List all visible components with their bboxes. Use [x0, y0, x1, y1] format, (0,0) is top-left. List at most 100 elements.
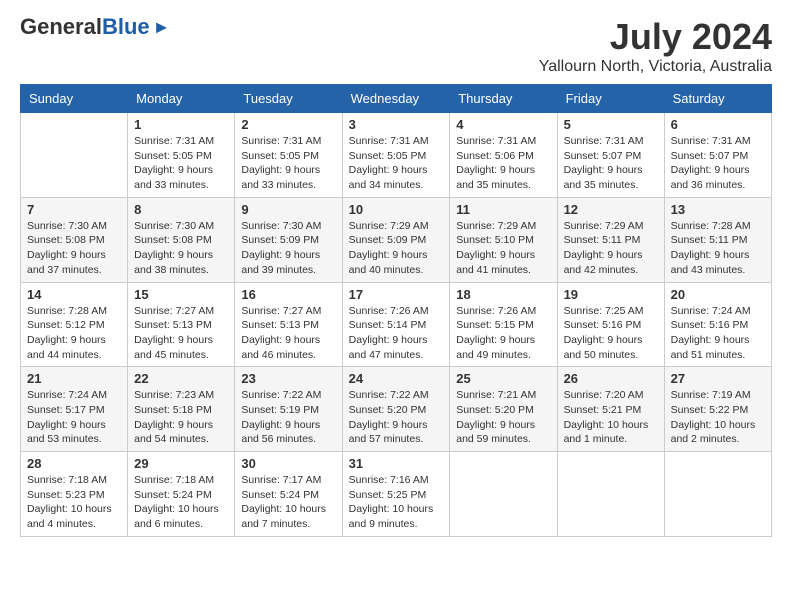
day-number: 17	[349, 287, 444, 302]
day-info: Sunrise: 7:19 AMSunset: 5:22 PMDaylight:…	[671, 388, 765, 447]
calendar-cell: 23 Sunrise: 7:22 AMSunset: 5:19 PMDayligh…	[235, 367, 342, 452]
days-of-week-row: SundayMondayTuesdayWednesdayThursdayFrid…	[21, 85, 772, 113]
calendar-cell	[664, 452, 771, 537]
day-info: Sunrise: 7:31 AMSunset: 5:05 PMDaylight:…	[134, 134, 228, 193]
day-info: Sunrise: 7:22 AMSunset: 5:19 PMDaylight:…	[241, 388, 335, 447]
calendar-cell: 30 Sunrise: 7:17 AMSunset: 5:24 PMDayligh…	[235, 452, 342, 537]
calendar-week-row: 14Sunrise: 7:28 AMSunset: 5:12 PMDayligh…	[21, 282, 772, 367]
day-number: 23	[241, 371, 335, 386]
calendar-cell: 25 Sunrise: 7:21 AMSunset: 5:20 PMDayligh…	[450, 367, 557, 452]
calendar-cell: 5 Sunrise: 7:31 AMSunset: 5:07 PMDaylight…	[557, 113, 664, 198]
month-year-title: July 2024	[539, 16, 772, 58]
day-info: Sunrise: 7:28 AMSunset: 5:11 PMDaylight:…	[671, 219, 765, 278]
day-number: 22	[134, 371, 228, 386]
day-number: 3	[349, 117, 444, 132]
calendar-cell	[557, 452, 664, 537]
weekday-header: Thursday	[450, 85, 557, 113]
calendar-cell	[21, 113, 128, 198]
calendar-cell: 17 Sunrise: 7:26 AMSunset: 5:14 PMDayligh…	[342, 282, 450, 367]
day-info: Sunrise: 7:21 AMSunset: 5:20 PMDaylight:…	[456, 388, 550, 447]
day-info: Sunrise: 7:22 AMSunset: 5:20 PMDaylight:…	[349, 388, 444, 447]
day-number: 8	[134, 202, 228, 217]
location-subtitle: Yallourn North, Victoria, Australia	[539, 58, 772, 76]
calendar-cell: 7 Sunrise: 7:30 AMSunset: 5:08 PMDaylight…	[21, 197, 128, 282]
calendar-cell: 9 Sunrise: 7:30 AMSunset: 5:09 PMDaylight…	[235, 197, 342, 282]
calendar-cell: 26 Sunrise: 7:20 AMSunset: 5:21 PMDayligh…	[557, 367, 664, 452]
weekday-header: Wednesday	[342, 85, 450, 113]
calendar-cell: 24 Sunrise: 7:22 AMSunset: 5:20 PMDayligh…	[342, 367, 450, 452]
day-number: 2	[241, 117, 335, 132]
day-info: Sunrise: 7:17 AMSunset: 5:24 PMDaylight:…	[241, 473, 335, 532]
day-info: Sunrise: 7:31 AMSunset: 5:05 PMDaylight:…	[241, 134, 335, 193]
calendar-cell: 2 Sunrise: 7:31 AMSunset: 5:05 PMDaylight…	[235, 113, 342, 198]
day-number: 9	[241, 202, 335, 217]
page-header: GeneralBlue ► July 2024 Yallourn North, …	[20, 16, 772, 76]
calendar-cell: 19Sunrise: 7:25 AMSunset: 5:16 PMDayligh…	[557, 282, 664, 367]
day-number: 4	[456, 117, 550, 132]
day-number: 13	[671, 202, 765, 217]
day-info: Sunrise: 7:31 AMSunset: 5:07 PMDaylight:…	[564, 134, 658, 193]
calendar-cell: 13 Sunrise: 7:28 AMSunset: 5:11 PMDayligh…	[664, 197, 771, 282]
day-info: Sunrise: 7:27 AMSunset: 5:13 PMDaylight:…	[241, 304, 335, 363]
logo: GeneralBlue ►	[20, 16, 170, 38]
day-info: Sunrise: 7:24 AMSunset: 5:16 PMDaylight:…	[671, 304, 765, 363]
day-number: 26	[564, 371, 658, 386]
day-info: Sunrise: 7:29 AMSunset: 5:11 PMDaylight:…	[564, 219, 658, 278]
calendar-cell: 6Sunrise: 7:31 AMSunset: 5:07 PMDaylight…	[664, 113, 771, 198]
day-number: 24	[349, 371, 444, 386]
day-number: 5	[564, 117, 658, 132]
calendar-cell: 15 Sunrise: 7:27 AMSunset: 5:13 PMDayligh…	[128, 282, 235, 367]
day-number: 29	[134, 456, 228, 471]
weekday-header: Saturday	[664, 85, 771, 113]
calendar-week-row: 21 Sunrise: 7:24 AMSunset: 5:17 PMDayligh…	[21, 367, 772, 452]
calendar-cell: 28 Sunrise: 7:18 AMSunset: 5:23 PMDayligh…	[21, 452, 128, 537]
calendar-cell: 27Sunrise: 7:19 AMSunset: 5:22 PMDayligh…	[664, 367, 771, 452]
day-info: Sunrise: 7:30 AMSunset: 5:08 PMDaylight:…	[134, 219, 228, 278]
day-number: 15	[134, 287, 228, 302]
calendar-cell: 31Sunrise: 7:16 AMSunset: 5:25 PMDayligh…	[342, 452, 450, 537]
day-info: Sunrise: 7:29 AMSunset: 5:09 PMDaylight:…	[349, 219, 444, 278]
day-info: Sunrise: 7:31 AMSunset: 5:06 PMDaylight:…	[456, 134, 550, 193]
day-info: Sunrise: 7:26 AMSunset: 5:15 PMDaylight:…	[456, 304, 550, 363]
day-info: Sunrise: 7:24 AMSunset: 5:17 PMDaylight:…	[27, 388, 121, 447]
day-number: 19	[564, 287, 658, 302]
calendar-table: SundayMondayTuesdayWednesdayThursdayFrid…	[20, 84, 772, 537]
day-info: Sunrise: 7:18 AMSunset: 5:24 PMDaylight:…	[134, 473, 228, 532]
day-number: 12	[564, 202, 658, 217]
calendar-cell: 29 Sunrise: 7:18 AMSunset: 5:24 PMDayligh…	[128, 452, 235, 537]
day-number: 18	[456, 287, 550, 302]
day-info: Sunrise: 7:20 AMSunset: 5:21 PMDaylight:…	[564, 388, 658, 447]
day-number: 6	[671, 117, 765, 132]
day-info: Sunrise: 7:29 AMSunset: 5:10 PMDaylight:…	[456, 219, 550, 278]
day-number: 7	[27, 202, 121, 217]
day-info: Sunrise: 7:30 AMSunset: 5:09 PMDaylight:…	[241, 219, 335, 278]
day-number: 16	[241, 287, 335, 302]
calendar-cell: 16 Sunrise: 7:27 AMSunset: 5:13 PMDayligh…	[235, 282, 342, 367]
calendar-week-row: 7 Sunrise: 7:30 AMSunset: 5:08 PMDaylight…	[21, 197, 772, 282]
calendar-week-row: 28 Sunrise: 7:18 AMSunset: 5:23 PMDayligh…	[21, 452, 772, 537]
day-info: Sunrise: 7:31 AMSunset: 5:05 PMDaylight:…	[349, 134, 444, 193]
day-info: Sunrise: 7:27 AMSunset: 5:13 PMDaylight:…	[134, 304, 228, 363]
weekday-header: Sunday	[21, 85, 128, 113]
day-info: Sunrise: 7:18 AMSunset: 5:23 PMDaylight:…	[27, 473, 121, 532]
day-number: 21	[27, 371, 121, 386]
day-number: 31	[349, 456, 444, 471]
calendar-cell: 10 Sunrise: 7:29 AMSunset: 5:09 PMDayligh…	[342, 197, 450, 282]
calendar-cell: 4 Sunrise: 7:31 AMSunset: 5:06 PMDaylight…	[450, 113, 557, 198]
calendar-cell: 12 Sunrise: 7:29 AMSunset: 5:11 PMDayligh…	[557, 197, 664, 282]
weekday-header: Monday	[128, 85, 235, 113]
day-number: 14	[27, 287, 121, 302]
day-info: Sunrise: 7:26 AMSunset: 5:14 PMDaylight:…	[349, 304, 444, 363]
day-info: Sunrise: 7:23 AMSunset: 5:18 PMDaylight:…	[134, 388, 228, 447]
day-number: 30	[241, 456, 335, 471]
calendar-week-row: 1Sunrise: 7:31 AMSunset: 5:05 PMDaylight…	[21, 113, 772, 198]
calendar-cell: 20Sunrise: 7:24 AMSunset: 5:16 PMDayligh…	[664, 282, 771, 367]
day-info: Sunrise: 7:30 AMSunset: 5:08 PMDaylight:…	[27, 219, 121, 278]
weekday-header: Tuesday	[235, 85, 342, 113]
day-number: 10	[349, 202, 444, 217]
calendar-cell: 8 Sunrise: 7:30 AMSunset: 5:08 PMDaylight…	[128, 197, 235, 282]
calendar-cell	[450, 452, 557, 537]
day-number: 28	[27, 456, 121, 471]
calendar-cell: 14Sunrise: 7:28 AMSunset: 5:12 PMDayligh…	[21, 282, 128, 367]
day-number: 25	[456, 371, 550, 386]
